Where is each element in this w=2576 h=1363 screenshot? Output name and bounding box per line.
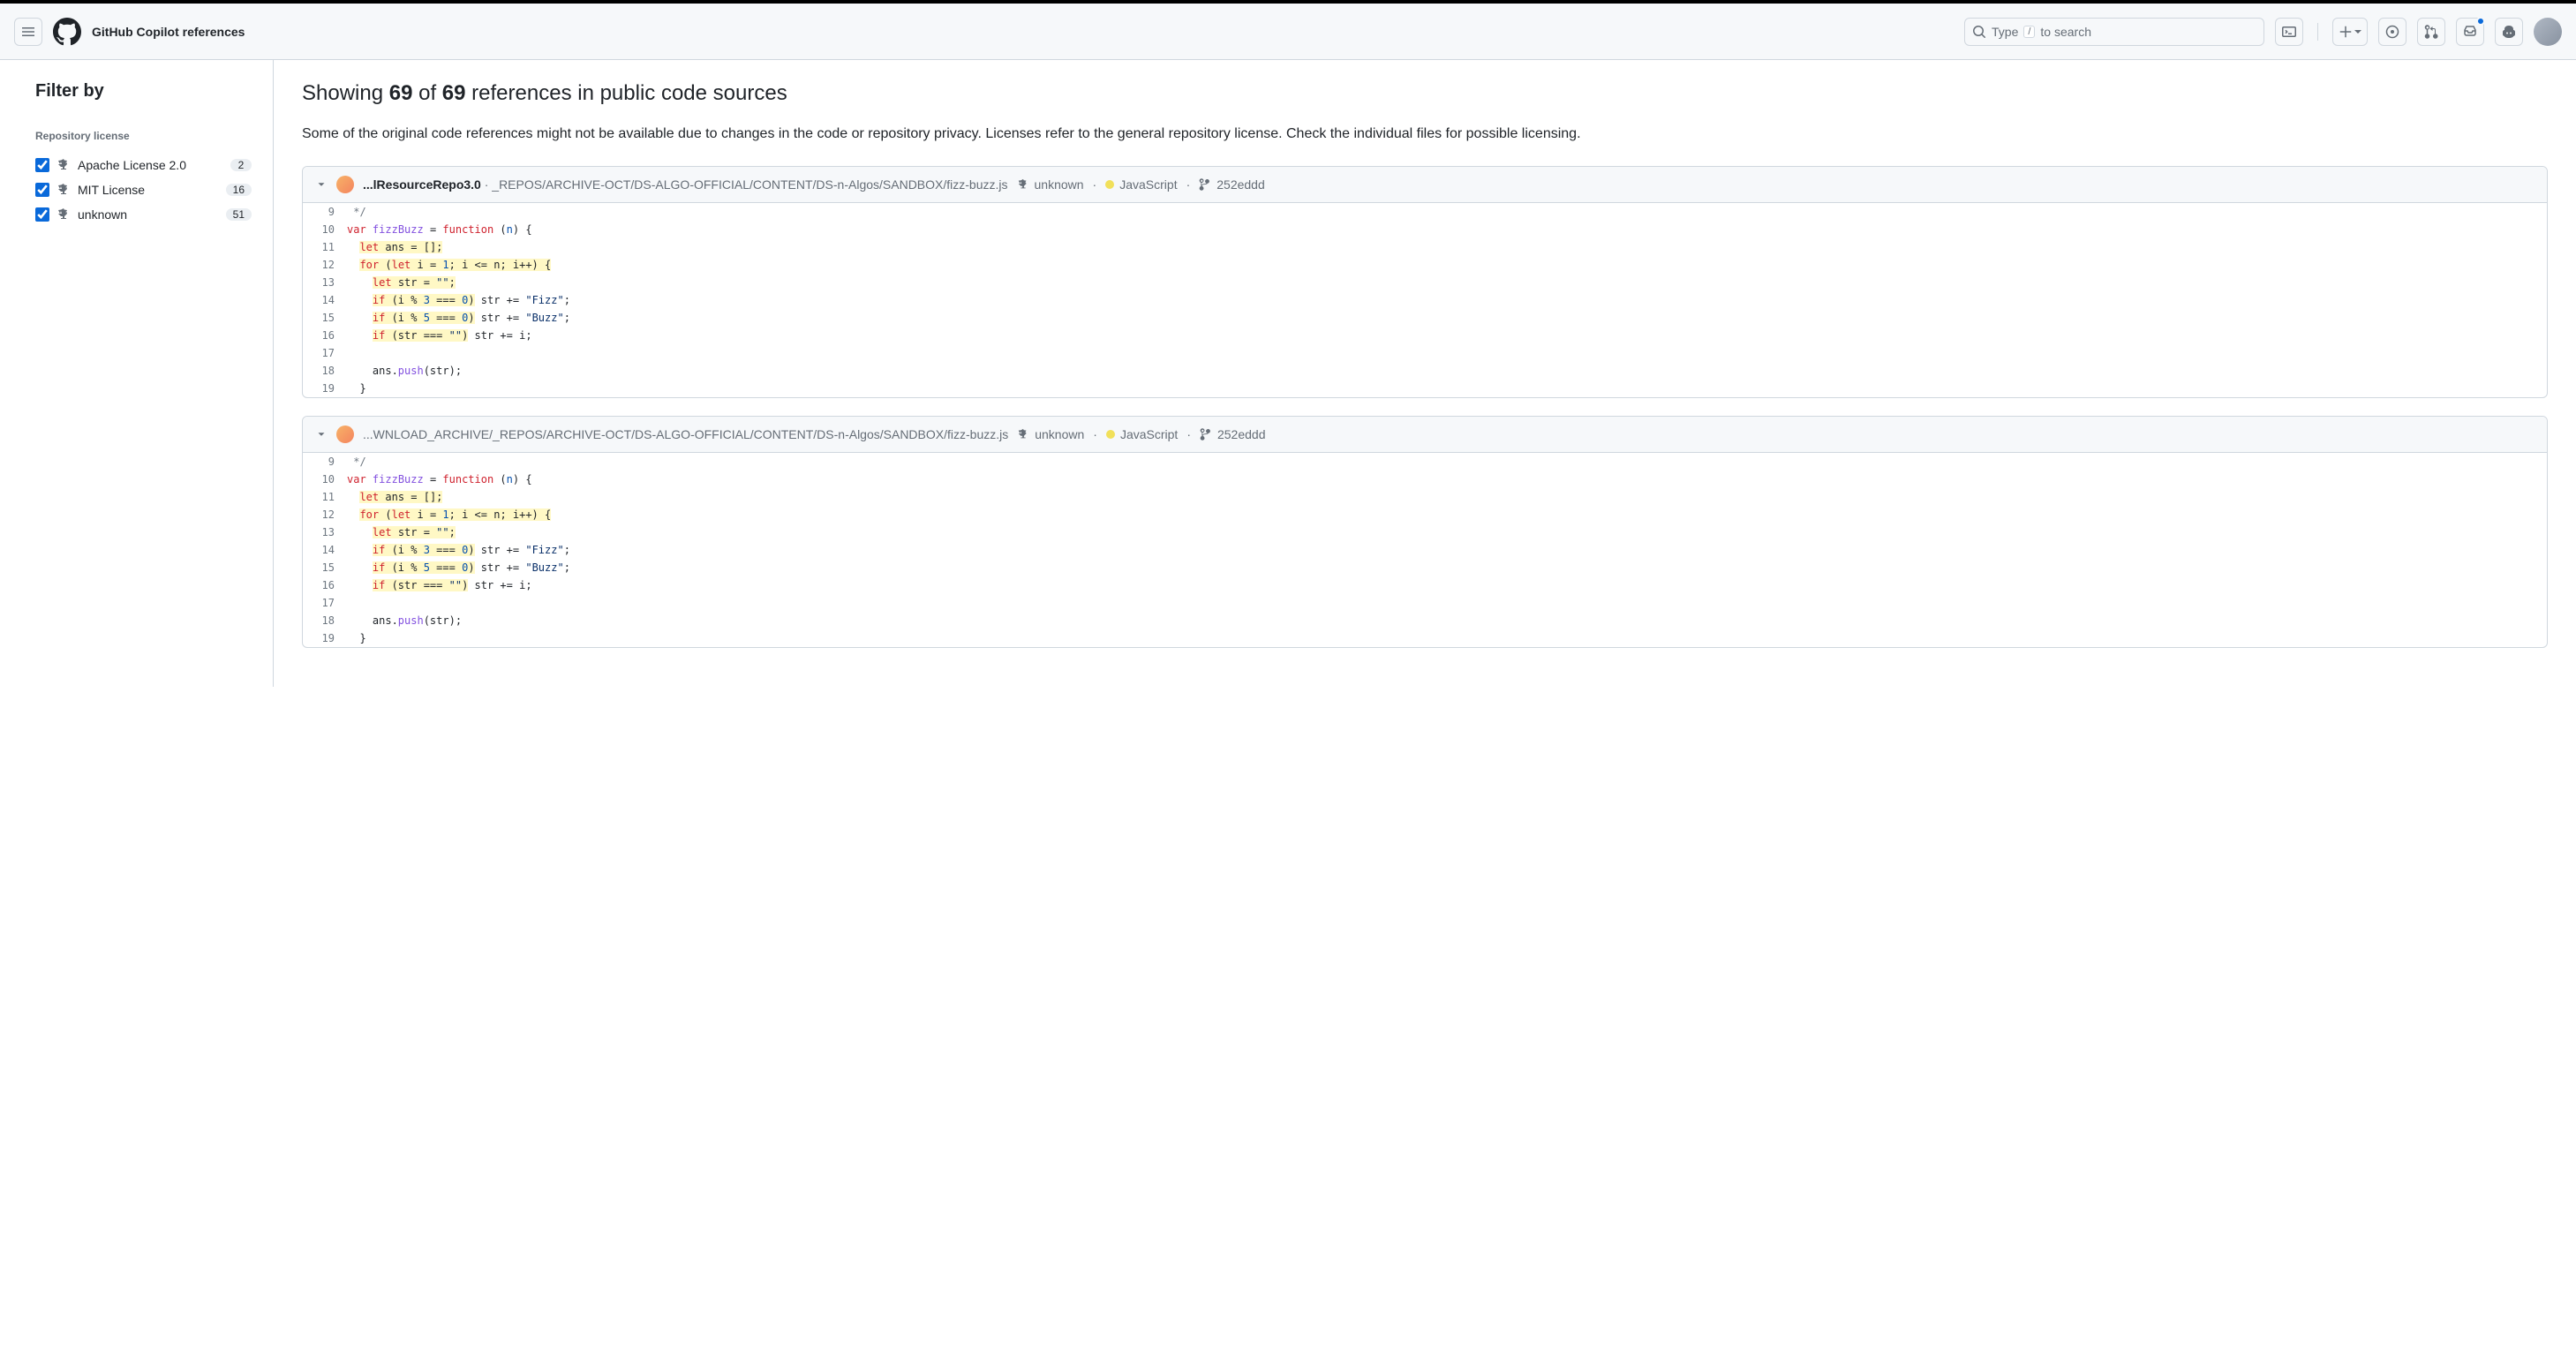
search-icon [1972, 25, 1986, 39]
file-path[interactable]: ...lResourceRepo3.0 · _REPOS/ARCHIVE-OCT… [363, 177, 1008, 192]
repo-owner-avatar[interactable] [336, 176, 354, 193]
caret-down-icon [2354, 28, 2361, 35]
law-icon [56, 158, 71, 172]
law-icon [1017, 428, 1029, 441]
terminal-icon [2282, 25, 2296, 39]
language-meta: JavaScript [1106, 427, 1178, 441]
language-meta: JavaScript [1105, 177, 1177, 192]
search-kbd-hint: / [2023, 26, 2035, 38]
header-divider [2317, 23, 2318, 41]
github-logo-icon [53, 18, 81, 46]
collapse-toggle-button[interactable] [315, 428, 328, 441]
filter-checkbox[interactable] [35, 158, 49, 172]
results-note: Some of the original code references mig… [302, 124, 2548, 145]
language-dot [1106, 430, 1115, 439]
law-icon [1017, 178, 1029, 191]
filter-label: MIT License [78, 183, 219, 197]
filter-item-apache-license-2-0[interactable]: Apache License 2.0 2 [35, 153, 252, 177]
user-avatar[interactable] [2534, 18, 2562, 46]
branch-meta[interactable]: 252eddd [1199, 177, 1265, 192]
chevron-down-icon [315, 428, 328, 441]
filter-item-mit-license[interactable]: MIT License 16 [35, 177, 252, 202]
inbox-icon [2463, 25, 2477, 39]
hamburger-icon [21, 25, 35, 39]
search-placeholder-type: Type [1992, 25, 2018, 39]
license-meta: unknown [1017, 177, 1084, 192]
notification-dot [2476, 17, 2485, 26]
issue-icon [2385, 25, 2399, 39]
page-title: GitHub Copilot references [92, 25, 245, 39]
main-content: Showing 69 of 69 references in public co… [274, 60, 2576, 687]
github-logo-link[interactable] [53, 18, 81, 46]
filter-label: unknown [78, 207, 219, 222]
law-icon [56, 207, 71, 222]
filter-section-license-title: Repository license [35, 130, 252, 142]
global-search-box[interactable]: Type / to search [1964, 18, 2264, 46]
notifications-button[interactable] [2456, 18, 2484, 46]
create-new-button[interactable] [2332, 18, 2368, 46]
filter-count: 2 [230, 159, 252, 171]
filter-count: 51 [226, 208, 252, 221]
code-body: 9 */ 10var fizzBuzz = function (n) { 11 … [303, 203, 2547, 397]
code-reference-card: ...lResourceRepo3.0 · _REPOS/ARCHIVE-OCT… [302, 166, 2548, 398]
code-card-header: ...lResourceRepo3.0 · _REPOS/ARCHIVE-OCT… [303, 167, 2547, 203]
git-branch-icon [1200, 428, 1212, 441]
file-path[interactable]: ...WNLOAD_ARCHIVE/_REPOS/ARCHIVE-OCT/DS-… [363, 427, 1008, 441]
filter-count: 16 [226, 184, 252, 196]
copilot-icon [2502, 25, 2516, 39]
collapse-toggle-button[interactable] [315, 178, 328, 191]
issues-button[interactable] [2378, 18, 2407, 46]
repo-name[interactable]: ...lResourceRepo3.0 [363, 177, 481, 192]
git-branch-icon [1199, 178, 1211, 191]
filter-sidebar: Filter by Repository license Apache Lice… [0, 60, 274, 687]
filter-heading: Filter by [35, 81, 252, 102]
page-layout: Filter by Repository license Apache Lice… [0, 60, 2576, 687]
language-dot [1105, 180, 1114, 189]
global-header: GitHub Copilot references Type / to sear… [0, 4, 2576, 60]
license-meta: unknown [1017, 427, 1084, 441]
repo-owner-avatar[interactable] [336, 425, 354, 443]
code-card-header: ...WNLOAD_ARCHIVE/_REPOS/ARCHIVE-OCT/DS-… [303, 417, 2547, 453]
code-body: 9 */ 10var fizzBuzz = function (n) { 11 … [303, 453, 2547, 647]
hamburger-menu-button[interactable] [14, 18, 42, 46]
results-heading: Showing 69 of 69 references in public co… [302, 81, 2548, 106]
filter-label: Apache License 2.0 [78, 158, 223, 172]
plus-icon [2339, 25, 2353, 39]
law-icon [56, 183, 71, 197]
search-placeholder-suffix: to search [2040, 25, 2091, 39]
pull-requests-button[interactable] [2417, 18, 2445, 46]
command-palette-button[interactable] [2275, 18, 2303, 46]
branch-meta[interactable]: 252eddd [1200, 427, 1266, 441]
copilot-button[interactable] [2495, 18, 2523, 46]
filter-checkbox[interactable] [35, 183, 49, 197]
chevron-down-icon [315, 178, 328, 191]
pull-request-icon [2424, 25, 2438, 39]
code-reference-card: ...WNLOAD_ARCHIVE/_REPOS/ARCHIVE-OCT/DS-… [302, 416, 2548, 648]
filter-checkbox[interactable] [35, 207, 49, 222]
filter-item-unknown[interactable]: unknown 51 [35, 202, 252, 227]
